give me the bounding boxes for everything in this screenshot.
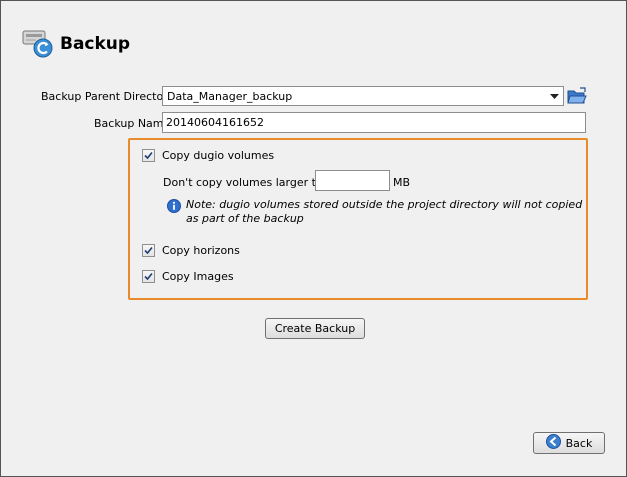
- back-button[interactable]: Back: [533, 432, 605, 454]
- info-icon: [167, 199, 181, 213]
- back-button-label: Back: [565, 436, 593, 450]
- size-limit-input[interactable]: [315, 170, 390, 191]
- backup-name-input[interactable]: [162, 112, 586, 133]
- create-backup-button[interactable]: Create Backup: [265, 318, 365, 339]
- page-title: Backup: [60, 34, 131, 54]
- parent-directory-label: Backup Parent Directory: [41, 90, 175, 103]
- copy-horizons-label: Copy horizons: [162, 244, 240, 257]
- backup-drive-icon: [21, 28, 57, 60]
- copy-dugio-label: Copy dugio volumes: [162, 149, 275, 162]
- chevron-down-icon[interactable]: [546, 88, 562, 104]
- copy-horizons-checkbox[interactable]: [142, 244, 155, 257]
- size-limit-unit: MB: [393, 176, 411, 189]
- copy-dugio-checkbox[interactable]: [142, 149, 155, 162]
- parent-directory-combo[interactable]: Data_Manager_backup: [162, 86, 564, 106]
- copy-images-label: Copy Images: [162, 270, 234, 283]
- open-folder-icon[interactable]: [567, 87, 587, 105]
- size-limit-label: Don't copy volumes larger than: [163, 176, 337, 189]
- dugio-note: Note: dugio volumes stored outside the p…: [186, 198, 583, 225]
- backup-panel: Backup Backup Parent Directory Data_Mana…: [0, 0, 627, 477]
- backup-name-label: Backup Name: [94, 117, 171, 130]
- copy-images-checkbox[interactable]: [142, 270, 155, 283]
- back-arrow-icon: [545, 434, 561, 452]
- parent-directory-value: Data_Manager_backup: [167, 90, 293, 103]
